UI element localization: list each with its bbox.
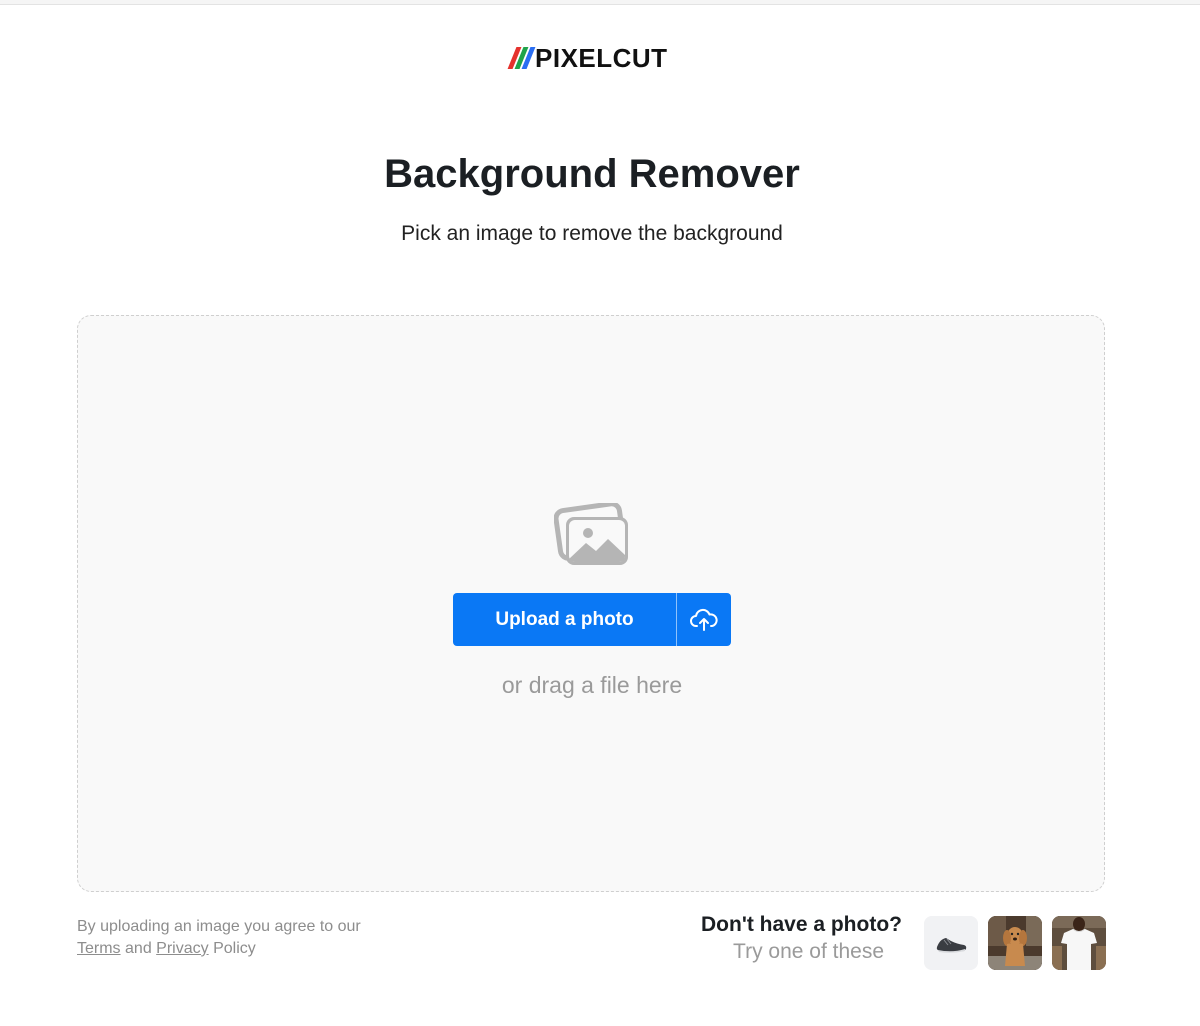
- logo-wordmark: PIXELCUT: [535, 42, 668, 73]
- photos-icon: [554, 503, 628, 565]
- upload-photo-button[interactable]: Upload a photo: [453, 593, 676, 646]
- logo-stripes-icon: [507, 47, 536, 69]
- legal-and: and: [125, 940, 152, 957]
- page-subtitle: Pick an image to remove the background: [401, 222, 783, 245]
- drag-file-hint: or drag a file here: [501, 672, 683, 698]
- pixelcut-logo[interactable]: PIXELCUT: [506, 42, 668, 73]
- privacy-link[interactable]: Privacy: [156, 940, 208, 957]
- upload-button-group: Upload a photo: [453, 593, 731, 646]
- samples-heading: Don't have a photo?: [701, 913, 902, 936]
- cloud-upload-button[interactable]: [677, 593, 731, 646]
- legal-prefix: By uploading an image you agree to our: [77, 918, 361, 935]
- legal-notice: By uploading an image you agree to our T…: [77, 916, 361, 960]
- terms-link[interactable]: Terms: [77, 940, 121, 957]
- legal-policy: Policy: [213, 940, 256, 957]
- browser-top-rule: [0, 0, 1200, 5]
- cloud-upload-icon: [690, 608, 718, 631]
- sample-image-sneaker[interactable]: [924, 916, 978, 970]
- samples-subheading: Try one of these: [733, 940, 884, 963]
- dog-image: [988, 916, 1042, 970]
- sample-image-dog[interactable]: [988, 916, 1042, 970]
- tshirt-image: [1052, 916, 1106, 970]
- sneaker-image: [924, 916, 978, 970]
- page-title: Background Remover: [384, 152, 800, 196]
- sample-image-tshirt[interactable]: [1052, 916, 1106, 970]
